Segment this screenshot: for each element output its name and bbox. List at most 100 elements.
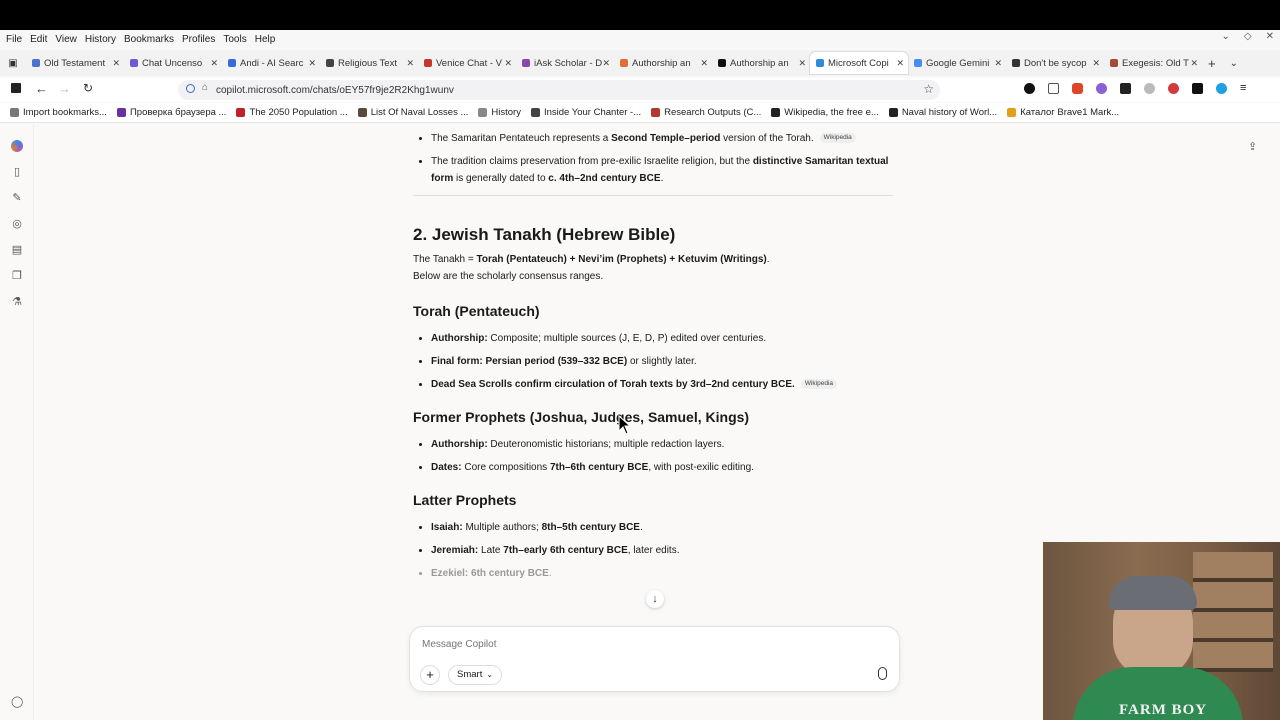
gray-extension-icon[interactable] [1144,83,1155,94]
menu-history[interactable]: History [85,34,116,45]
browser-tab[interactable]: Authorship an ✕ [712,52,810,74]
bookmark-item[interactable]: Import bookmarks... [10,107,107,118]
scroll-down-button[interactable]: ↓ [646,590,664,608]
source-badge[interactable]: Wikipedia [819,133,856,144]
new-tab-icon[interactable]: + [1208,56,1216,71]
forward-icon[interactable]: → [58,81,71,96]
new-chat-icon[interactable]: ✎ [11,192,23,204]
bookmark-star-icon[interactable]: ☆ [923,82,934,96]
bookmark-item[interactable]: Каталог Brave1 Mark... [1007,107,1119,118]
puzzle-extension-icon[interactable] [1048,83,1059,94]
close-tab-icon[interactable]: ✕ [994,58,1002,69]
menu-tools[interactable]: Tools [223,34,246,45]
close-tab-icon[interactable]: ✕ [1190,58,1198,69]
item-text: Core compositions [461,462,550,473]
red-extension-icon[interactable] [1168,83,1179,94]
close-tab-icon[interactable]: ✕ [798,58,806,69]
item-text: . [660,173,664,184]
intro-text: . [766,254,770,265]
menu-profiles[interactable]: Profiles [182,34,215,45]
tab-label: Microsoft Copi [828,57,889,69]
profile-icon[interactable]: ◯ [11,696,23,708]
browser-tab[interactable]: Chat Uncenso ✕ [124,52,222,74]
close-tab-icon[interactable]: ✕ [112,58,120,69]
purple-extension-icon[interactable] [1096,83,1107,94]
bookmark-item[interactable]: Inside Your Chanter -... [530,107,641,118]
sidebar-panel-icon[interactable]: ▯ [11,166,23,178]
bookmark-item[interactable]: The 2050 Population ... [236,107,348,118]
message-input[interactable] [422,636,862,652]
copilot-logo-icon[interactable] [11,140,23,152]
restore-icon[interactable]: ◇ [1244,31,1252,42]
library-icon[interactable]: ▤ [11,244,23,256]
x-extension-icon[interactable] [1192,83,1203,94]
list-item: Isaiah: Multiple authors; 8th–5th centur… [431,519,893,536]
browser-tab[interactable]: Venice Chat - V ✕ [418,52,516,74]
menu-icon[interactable]: ≡ [1240,83,1246,94]
bookmark-item[interactable]: List Of Naval Losses ... [357,107,468,118]
mouse-cursor-icon [618,415,632,435]
intro-text: The Tanakh = [413,254,477,265]
tab-list-icon[interactable]: ⌄ [1230,58,1238,69]
sidebar-toggle-icon[interactable] [11,83,21,93]
bookmark-item[interactable]: Research Outputs (C... [651,107,761,118]
discover-icon[interactable]: ◎ [11,218,23,230]
mode-label: Smart [457,669,483,680]
close-window-icon[interactable]: ✕ [1266,31,1274,42]
microphone-icon[interactable] [878,667,887,680]
bookmark-item[interactable]: Проверка браузера ... [116,107,226,118]
back-icon[interactable]: ← [35,81,48,96]
mode-selector[interactable]: Smart ⌄ [448,665,503,685]
tab-favicon-icon [914,59,922,67]
menu-view[interactable]: View [55,34,77,45]
close-tab-icon[interactable]: ✕ [602,58,610,69]
bookmark-item[interactable]: Naval history of Worl... [888,107,997,118]
browser-tab[interactable]: Old Testament ✕ [26,52,124,74]
site-info-icon[interactable] [186,84,195,93]
browser-tab[interactable]: Authorship an ✕ [614,52,712,74]
item-text: The tradition claims preservation from p… [431,156,753,167]
tab-overview-icon[interactable]: ▣ [0,58,26,69]
browser-tab[interactable]: Microsoft Copi ✕ [810,52,908,74]
close-tab-icon[interactable]: ✕ [308,58,316,69]
menu-edit[interactable]: Edit [30,34,47,45]
menu-help[interactable]: Help [255,34,276,45]
wikipedia-extension-icon[interactable] [1024,83,1035,94]
reload-icon[interactable]: ↻ [83,81,93,95]
close-tab-icon[interactable]: ✕ [504,58,512,69]
close-tab-icon[interactable]: ✕ [700,58,708,69]
url-field[interactable]: ⌂ copilot.microsoft.com/chats/oEY57fr9je… [178,80,940,100]
browser-tab[interactable]: Google Gemini ✕ [908,52,1006,74]
brave-shield-icon[interactable] [1072,83,1083,94]
page-settings-icon[interactable]: ⌂ [202,82,208,93]
chevron-down-icon[interactable]: ⌄ [1222,31,1230,42]
tab-label: Authorship an [730,57,789,69]
labs-icon[interactable]: ⚗ [11,296,23,308]
copilot-sidebar: ▯ ✎ ◎ ▤ ❐ ⚗ ◯ [0,124,34,720]
close-tab-icon[interactable]: ✕ [406,58,414,69]
browser-tab[interactable]: Exegesis: Old T ✕ [1104,52,1202,74]
menu-file[interactable]: File [6,34,22,45]
pages-icon[interactable]: ❐ [11,270,23,282]
item-text: Composite; multiple sources (J, E, D, P)… [487,333,767,344]
browser-tab[interactable]: Andi - AI Searc ✕ [222,52,320,74]
bookmark-item[interactable]: History [478,107,521,118]
close-tab-icon[interactable]: ✕ [896,58,904,69]
add-attachment-button[interactable]: + [420,665,440,685]
item-text: or slightly later. [627,356,697,367]
source-badge[interactable]: Wikipedia [800,379,837,390]
browser-tab[interactable]: Religious Text ✕ [320,52,418,74]
dark-extension-icon[interactable] [1120,83,1131,94]
close-tab-icon[interactable]: ✕ [1092,58,1100,69]
blue-extension-icon[interactable] [1216,83,1227,94]
item-label: Dates: [431,462,462,473]
share-icon[interactable]: ⇪ [1248,140,1257,153]
bookmark-item[interactable]: Wikipedia, the free e... [771,107,879,118]
address-bar-row: ← → ↻ ⌂ copilot.microsoft.com/chats/oEY5… [0,78,1280,102]
browser-tab[interactable]: Don't be sycop ✕ [1006,52,1104,74]
close-tab-icon[interactable]: ✕ [210,58,218,69]
item-text: , later edits. [627,545,680,556]
menu-bookmarks[interactable]: Bookmarks [124,34,174,45]
tab-favicon-icon [522,59,530,67]
browser-tab[interactable]: iAsk Scholar - D ✕ [516,52,614,74]
